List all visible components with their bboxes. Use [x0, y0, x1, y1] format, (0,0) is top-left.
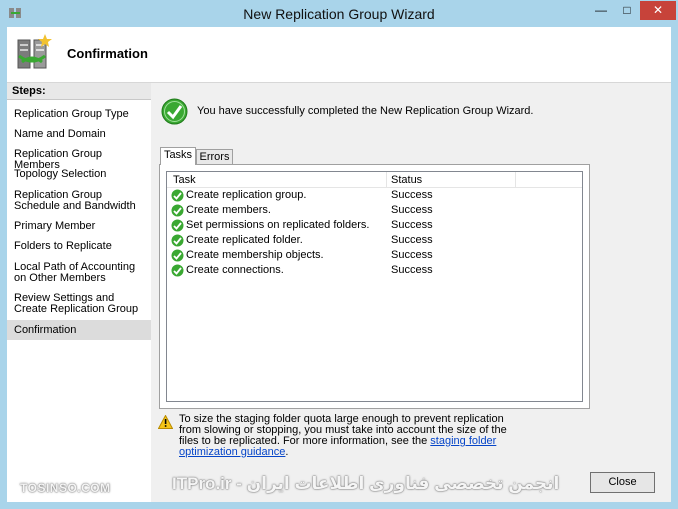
task-status: Success	[391, 264, 433, 276]
task-status: Success	[391, 219, 433, 231]
close-button-label: Close	[608, 476, 637, 488]
wizard-window: New Replication Group Wizard — □ ✕ Confi…	[0, 0, 678, 509]
step-confirmation[interactable]: Confirmation	[14, 325, 144, 336]
warning-suffix: .	[285, 446, 289, 458]
minimize-button[interactable]: —	[588, 1, 614, 20]
step-review-settings[interactable]: Review Settings and Create Replication G…	[14, 293, 144, 315]
maximize-button[interactable]: □	[614, 1, 640, 20]
task-status: Success	[391, 249, 433, 261]
wizard-header: Confirmation	[7, 27, 671, 83]
step-primary-member[interactable]: Primary Member	[14, 221, 144, 232]
main-panel: You have successfully completed the New …	[152, 83, 671, 502]
column-divider[interactable]	[386, 172, 387, 187]
tasks-tab-panel: Task Status Create replication group. Su…	[159, 164, 590, 409]
column-header-status[interactable]: Status	[391, 174, 422, 186]
replication-group-icon	[17, 34, 52, 69]
warning-icon	[158, 415, 173, 429]
watermark-left: TOSINSO.COM	[20, 481, 111, 495]
step-schedule-and-bandwidth[interactable]: Replication Group Schedule and Bandwidth	[14, 190, 144, 212]
title-bar[interactable]: New Replication Group Wizard — □ ✕	[0, 0, 678, 27]
success-check-icon	[171, 204, 184, 217]
task-name: Create membership objects.	[186, 249, 324, 261]
task-status: Success	[391, 189, 433, 201]
page-title: Confirmation	[67, 46, 148, 61]
step-topology-selection[interactable]: Topology Selection	[14, 169, 144, 180]
tasks-list[interactable]: Task Status Create replication group. Su…	[166, 171, 583, 402]
column-divider[interactable]	[515, 172, 516, 187]
step-local-path[interactable]: Local Path of Accounting on Other Member…	[14, 262, 144, 284]
list-header: Task Status	[167, 172, 582, 188]
table-row[interactable]: Create members. Success	[167, 203, 582, 218]
table-row[interactable]: Create replication group. Success	[167, 188, 582, 203]
watermark-right: ITPro.ir - انجمن تخصصی فناوری اطلاعات ای…	[172, 474, 560, 493]
success-check-icon	[171, 219, 184, 232]
success-check-icon	[171, 189, 184, 202]
table-row[interactable]: Create replicated folder. Success	[167, 233, 582, 248]
task-name: Create connections.	[186, 264, 284, 276]
steps-heading: Steps:	[7, 83, 151, 100]
close-button[interactable]: Close	[590, 472, 655, 493]
success-check-icon	[171, 234, 184, 247]
column-header-task[interactable]: Task	[173, 174, 196, 186]
success-check-icon	[171, 249, 184, 262]
task-name: Create replication group.	[186, 189, 307, 201]
success-message: You have successfully completed the New …	[197, 105, 534, 117]
table-row[interactable]: Set permissions on replicated folders. S…	[167, 218, 582, 233]
table-row[interactable]: Create membership objects. Success	[167, 248, 582, 263]
window-title: New Replication Group Wizard	[243, 6, 435, 22]
tab-errors[interactable]: Errors	[196, 149, 233, 165]
tab-tasks[interactable]: Tasks	[160, 147, 196, 165]
table-row[interactable]: Create connections. Success	[167, 263, 582, 278]
task-name: Set permissions on replicated folders.	[186, 219, 370, 231]
step-replication-group-type[interactable]: Replication Group Type	[14, 109, 144, 120]
task-status: Success	[391, 204, 433, 216]
success-check-icon	[171, 264, 184, 277]
steps-panel: Steps: Replication Group Type Name and D…	[7, 83, 151, 502]
step-name-and-domain[interactable]: Name and Domain	[14, 129, 144, 140]
step-folders-to-replicate[interactable]: Folders to Replicate	[14, 241, 144, 252]
task-name: Create members.	[186, 204, 271, 216]
success-check-icon	[161, 98, 188, 125]
close-window-button[interactable]: ✕	[640, 1, 676, 20]
wizard-client: Confirmation Steps: Replication Group Ty…	[7, 27, 671, 502]
task-status: Success	[391, 234, 433, 246]
task-name: Create replicated folder.	[186, 234, 303, 246]
staging-quota-warning: To size the staging folder quota large e…	[179, 414, 519, 458]
